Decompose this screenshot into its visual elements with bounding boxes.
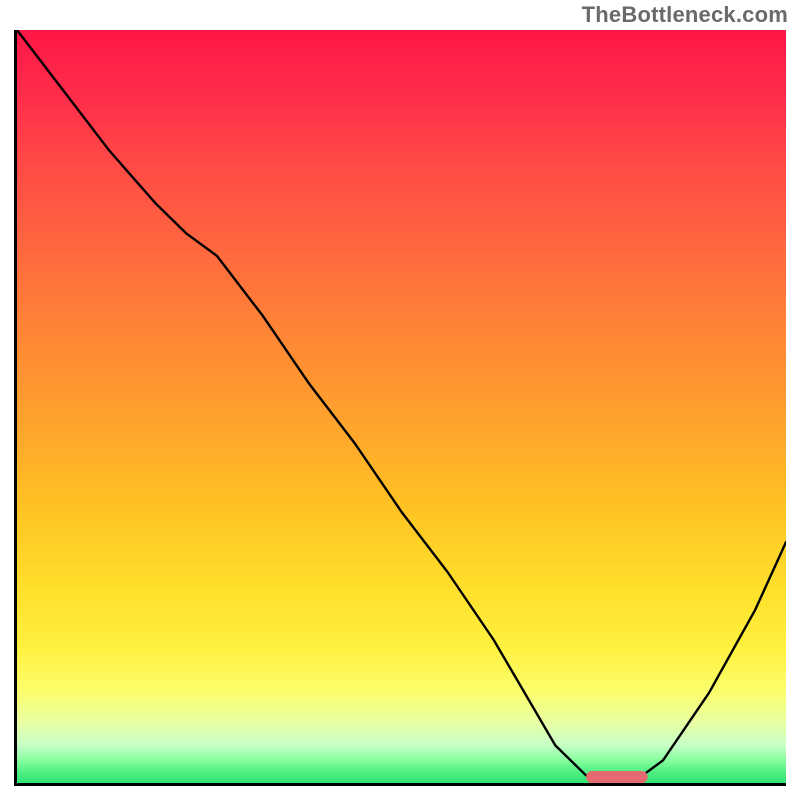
bottleneck-curve [17,30,786,783]
watermark-text: TheBottleneck.com [582,2,788,28]
chart-plot-area [14,30,786,786]
optimal-range-marker [586,771,648,783]
chart-overlay-svg [17,30,786,783]
